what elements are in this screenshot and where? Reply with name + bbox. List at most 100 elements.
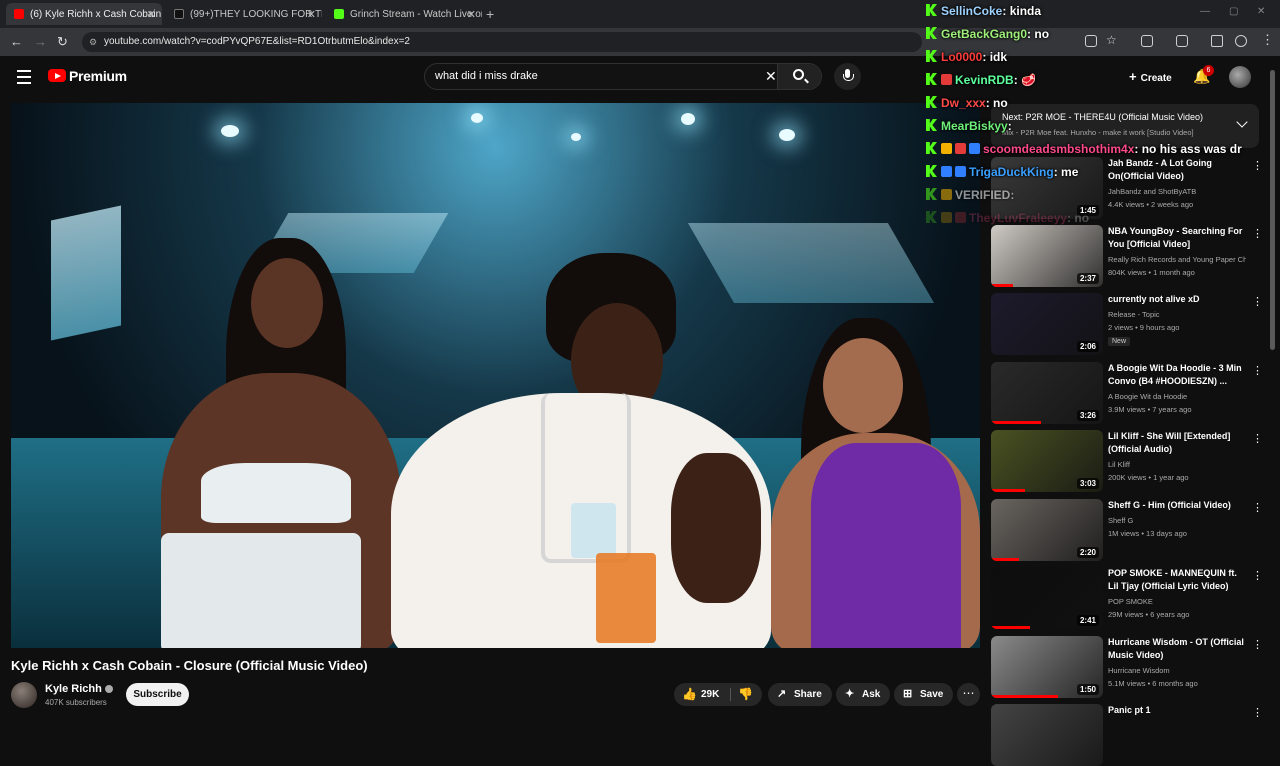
recommendation-title[interactable]: currently not alive xD	[1108, 293, 1246, 306]
chat-username[interactable]: scoomdeadsmbshothim4x	[983, 142, 1134, 156]
youtube-premium-label[interactable]: Premium	[69, 68, 127, 84]
video-thumbnail[interactable]: 1:50	[991, 636, 1103, 698]
media-controls-icon[interactable]	[1211, 35, 1223, 47]
dislike-thumb-icon[interactable]: 👎	[738, 683, 753, 706]
more-options-icon[interactable]: ⋮	[1252, 569, 1263, 582]
video-thumbnail[interactable]: 2:06	[991, 293, 1103, 355]
save-button[interactable]: ⊞ Save	[894, 683, 954, 706]
search-box[interactable]: what did i miss drake ✕	[424, 63, 822, 90]
video-thumbnail[interactable]: 3:03	[991, 430, 1103, 492]
recommendation-channel[interactable]: JahBandz and ShotByATB	[1108, 187, 1246, 196]
clear-search-icon[interactable]: ✕	[765, 68, 777, 85]
chat-username[interactable]: KevinRDB	[955, 73, 1014, 87]
bookmark-star-icon[interactable]: ☆	[1106, 33, 1117, 47]
split-screen-icon[interactable]	[1176, 35, 1188, 47]
recommendation-channel[interactable]: Release - Topic	[1108, 310, 1246, 319]
chat-username[interactable]: TheyLuvFraleeyy	[969, 211, 1067, 225]
chat-username[interactable]: Lo0000	[941, 50, 982, 64]
more-options-icon[interactable]: ⋮	[1252, 432, 1263, 445]
video-thumbnail[interactable]: 2:37	[991, 225, 1103, 287]
hamburger-menu-icon[interactable]	[17, 70, 31, 88]
chat-text: idk	[989, 50, 1008, 64]
recommendation-item[interactable]: 2:41 POP SMOKE - MANNEQUIN ft. Lil Tjay (…	[991, 567, 1263, 629]
more-options-icon[interactable]: ⋮	[1252, 295, 1263, 308]
recommendation-item[interactable]: 2:20 Sheff G - Him (Official Video) Sheff …	[991, 499, 1263, 561]
more-options-icon[interactable]: ⋮	[1252, 706, 1263, 719]
tab-youtube[interactable]: (6) Kyle Richh x Cash Cobain ✕	[6, 3, 162, 25]
chat-username[interactable]: Dw_xxx	[941, 96, 986, 110]
video-player[interactable]	[11, 103, 980, 648]
recommendation-channel[interactable]: POP SMOKE	[1108, 597, 1246, 606]
recommendation-item[interactable]: 3:03 Lil Kliff - She Will [Extended] (Off…	[991, 430, 1263, 492]
url-input[interactable]: ⚙ youtube.com/watch?v=codPYvQP67E&list=R…	[82, 32, 922, 52]
recommendation-item[interactable]: 2:06 currently not alive xD Release - Topi…	[991, 293, 1263, 355]
ask-button[interactable]: ✦ Ask	[836, 683, 891, 706]
recommendation-title[interactable]: POP SMOKE - MANNEQUIN ft. Lil Tjay (Offi…	[1108, 567, 1246, 593]
recommendation-title[interactable]: A Boogie Wit Da Hoodie - 3 Min Convo (B4…	[1108, 362, 1246, 388]
recommendation-item[interactable]: Panic pt 1 ⋮	[991, 704, 1263, 766]
new-tab-icon[interactable]: +	[486, 6, 494, 22]
like-thumb-icon[interactable]: 👍	[682, 683, 697, 706]
forward-arrow-icon[interactable]: →	[34, 34, 47, 49]
profile-icon[interactable]	[1235, 35, 1247, 47]
recommendation-channel[interactable]: Really Rich Records and Young Paper Ch..…	[1108, 255, 1246, 264]
recommendation-channel[interactable]: Sheff G	[1108, 516, 1246, 525]
youtube-logo-icon[interactable]	[48, 69, 66, 82]
more-options-icon[interactable]: ⋮	[1252, 501, 1263, 514]
extensions-icon[interactable]	[1141, 35, 1153, 47]
channel-avatar[interactable]	[11, 682, 37, 708]
chat-username[interactable]: VERIFIED	[955, 188, 1010, 202]
minimize-icon[interactable]: —	[1200, 6, 1210, 17]
close-tab-icon[interactable]: ✕	[307, 8, 316, 21]
recommendation-title[interactable]: Panic pt 1	[1108, 704, 1246, 717]
tab-tiktok[interactable]: (99+)THEY LOOKING FOR THE ✕	[166, 3, 322, 25]
video-thumbnail[interactable]: 2:41	[991, 567, 1103, 629]
more-options-icon[interactable]: ⋮	[1252, 227, 1263, 240]
tab-kick[interactable]: Grinch Stream - Watch Live on ✕	[326, 3, 482, 25]
reload-icon[interactable]: ↻	[57, 34, 68, 50]
recommendation-title[interactable]: Sheff G - Him (Official Video)	[1108, 499, 1246, 512]
subscriber-count: 407K subscribers	[45, 698, 107, 707]
close-tab-icon[interactable]: ✕	[467, 8, 476, 21]
share-button[interactable]: ↗ Share	[768, 683, 832, 706]
close-window-icon[interactable]: ✕	[1257, 6, 1265, 17]
chat-text: kinda	[1009, 4, 1042, 18]
chat-username[interactable]: GetBackGang0	[941, 27, 1027, 41]
scrollbar[interactable]	[1270, 70, 1275, 350]
recommendation-title[interactable]: Lil Kliff - She Will [Extended] (Officia…	[1108, 430, 1246, 456]
recommendation-title[interactable]: Hurricane Wisdom - OT (Official Music Vi…	[1108, 636, 1246, 662]
chat-username[interactable]: TrigaDuckKing	[969, 165, 1054, 179]
more-options-icon[interactable]: ⋮	[1252, 159, 1263, 172]
install-app-icon[interactable]	[1085, 35, 1097, 47]
create-button[interactable]: + Create	[1121, 65, 1180, 89]
recommendation-item[interactable]: 1:50 Hurricane Wisdom - OT (Official Musi…	[991, 636, 1263, 698]
video-thumbnail[interactable]: 2:20	[991, 499, 1103, 561]
more-options-icon[interactable]: ⋮	[1252, 638, 1263, 651]
recommendation-title[interactable]: Jah Bandz - A Lot Going On(Official Vide…	[1108, 157, 1246, 183]
recommendation-item[interactable]: 3:26 A Boogie Wit Da Hoodie - 3 Min Convo…	[991, 362, 1263, 424]
site-info-icon[interactable]: ⚙	[89, 32, 97, 52]
search-button[interactable]	[777, 64, 821, 89]
account-avatar[interactable]	[1229, 66, 1251, 88]
recommendation-item[interactable]: 2:37 NBA YoungBoy - Searching For You [Of…	[991, 225, 1263, 287]
channel-name[interactable]: Kyle Richh	[45, 683, 113, 695]
more-options-icon[interactable]: ⋮	[1252, 364, 1263, 377]
video-thumbnail[interactable]	[991, 704, 1103, 766]
voice-search-icon[interactable]	[834, 63, 861, 90]
like-count[interactable]: 29K	[701, 683, 719, 706]
recommendation-channel[interactable]: A Boogie Wit da Hoodie	[1108, 392, 1246, 401]
chat-username[interactable]: SellinCoke	[941, 4, 1002, 18]
close-tab-icon[interactable]: ✕	[147, 8, 156, 21]
browser-menu-icon[interactable]: ⋮	[1261, 32, 1274, 48]
video-thumbnail[interactable]: 3:26	[991, 362, 1103, 424]
recommendation-title[interactable]: NBA YoungBoy - Searching For You [Offici…	[1108, 225, 1246, 251]
more-actions-icon[interactable]: ⋯	[957, 683, 980, 706]
recommendation-channel[interactable]: Hurricane Wisdom	[1108, 666, 1246, 675]
maximize-icon[interactable]: ▢	[1229, 6, 1238, 17]
chevron-down-icon[interactable]	[1236, 116, 1248, 128]
subscribe-button[interactable]: Subscribe	[126, 683, 189, 706]
back-arrow-icon[interactable]: ←	[10, 34, 23, 49]
chat-username[interactable]: MearBiskyy	[941, 119, 1008, 133]
recommendation-channel[interactable]: Lil Kliff	[1108, 460, 1246, 469]
search-input[interactable]: what did i miss drake	[435, 70, 538, 82]
